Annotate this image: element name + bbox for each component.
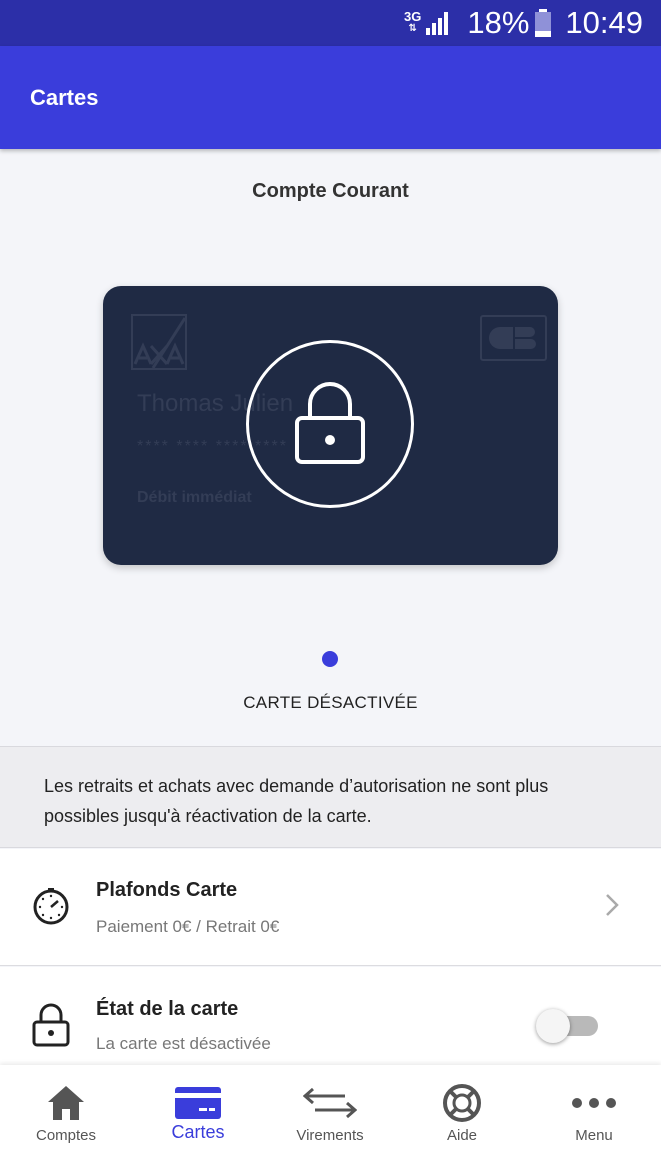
bottom-navigation: Comptes Cartes Virements Aide Menu [0,1065,661,1175]
toggle-thumb[interactable] [536,1009,570,1043]
nav-label-aide: Aide [446,1127,478,1144]
bank-card[interactable]: Thomas Julien **** **** **** **** Débit … [103,286,558,565]
card-state-toggle[interactable] [536,1009,598,1043]
carousel-indicator [322,651,338,667]
clock-icon [33,888,69,925]
app-bar: Cartes [0,46,661,149]
card-locked-overlay [246,340,414,508]
nav-item-cartes[interactable]: Cartes [132,1065,264,1175]
transfer-icon [303,1087,357,1119]
more-icon [572,1098,616,1108]
chevron-right-icon [606,894,619,916]
card-state-title: État de la carte [96,998,239,1020]
padlock-icon [295,382,365,464]
nav-label-comptes: Comptes [35,1127,97,1144]
account-name: Compte Courant [252,180,409,202]
axa-logo-icon [131,314,187,370]
signal-icon [426,12,449,35]
lifebuoy-icon [443,1084,481,1122]
battery-icon [535,9,552,37]
nav-label-menu: Menu [575,1127,613,1144]
card-type: Débit immédiat [137,489,252,506]
network-type: 3G ⇅ [404,9,422,34]
card-state-subtitle: La carte est désactivée [96,1034,271,1053]
battery-percent: 18% [467,5,530,40]
info-text-line1: Les retraits et achats avec demande d’au… [44,776,549,796]
status-bar: 3G ⇅ 18% 10:49 [0,0,661,46]
card-limits-subtitle: Paiement 0€ / Retrait 0€ [96,917,280,936]
clock-time: 10:49 [565,5,643,40]
nav-label-virements: Virements [296,1127,364,1144]
card-limits-row[interactable]: Plafonds Carte Paiement 0€ / Retrait 0€ [0,849,661,966]
lock-icon [32,1003,70,1047]
card-icon [175,1087,221,1119]
nav-label-cartes: Cartes [171,1122,225,1142]
nav-item-menu[interactable]: Menu [528,1065,660,1175]
home-icon [48,1086,84,1120]
info-text-line2: possibles jusqu'à réactivation de la car… [44,806,372,826]
nav-item-aide[interactable]: Aide [396,1065,528,1175]
info-banner: Les retraits et achats avec demande d’au… [0,746,661,848]
card-limits-title: Plafonds Carte [96,879,238,901]
page-title: Cartes [30,84,99,110]
card-status-label: CARTE DÉSACTIVÉE [243,693,418,712]
nav-item-comptes[interactable]: Comptes [0,1065,132,1175]
nav-item-virements[interactable]: Virements [264,1065,396,1175]
cb-logo-icon [480,315,547,361]
